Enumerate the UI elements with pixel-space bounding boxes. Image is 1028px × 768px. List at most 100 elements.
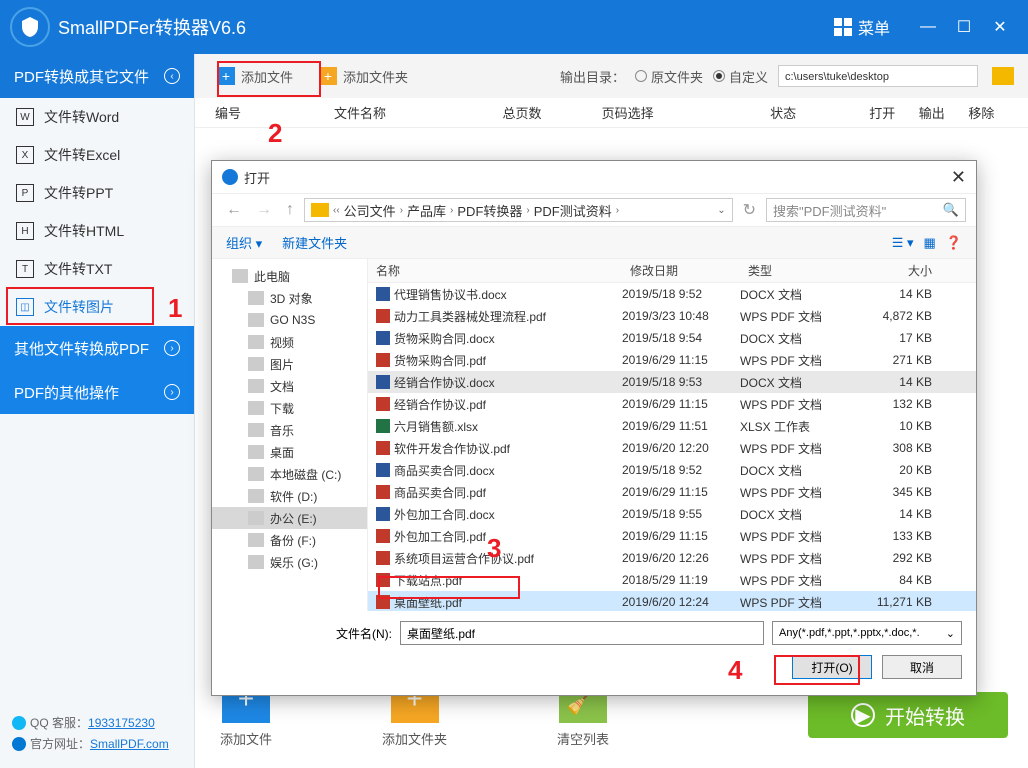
dialog-icon (222, 169, 238, 185)
sidebar-item-3[interactable]: H文件转HTML (0, 212, 194, 250)
doc-icon: ◫ (16, 298, 34, 316)
file-row[interactable]: 动力工具类器械处理流程.pdf2019/3/23 10:48WPS PDF 文档… (368, 305, 976, 327)
preview-button[interactable]: ▦ (924, 235, 936, 251)
drive-icon (248, 445, 264, 459)
pdf-icon (376, 397, 390, 411)
sidebar-item-5[interactable]: ◫文件转图片 (0, 288, 194, 326)
back-button[interactable]: ← (222, 201, 246, 219)
search-input[interactable]: 搜索"PDF测试资料"🔍 (766, 198, 966, 222)
tree-node[interactable]: 视频 (212, 331, 367, 353)
refresh-button[interactable]: ↻ (739, 200, 760, 220)
drive-icon (248, 533, 264, 547)
file-row[interactable]: 六月销售额.xlsx2019/6/29 11:51XLSX 工作表10 KB (368, 415, 976, 437)
open-button[interactable]: 打开(O) (792, 655, 872, 679)
tree-node[interactable]: GO N3S (212, 309, 367, 331)
toolbar: +添加文件 +添加文件夹 输出目录： 原文件夹 自定义 c:\users\tuk… (195, 54, 1028, 98)
radio-original[interactable]: 原文件夹 (635, 67, 703, 86)
filter-select[interactable]: Any(*.pdf,*.ppt,*.pptx,*.doc,*.⌄ (772, 621, 962, 645)
menu-button[interactable]: 菜单 (834, 15, 890, 39)
file-row[interactable]: 外包加工合同.pdf2019/6/29 11:15WPS PDF 文档133 K… (368, 525, 976, 547)
sidebar-item-1[interactable]: X文件转Excel (0, 136, 194, 174)
doc-icon: P (16, 184, 34, 202)
file-row[interactable]: 外包加工合同.docx2019/5/18 9:55DOCX 文档14 KB (368, 503, 976, 525)
xls-icon (376, 419, 390, 433)
folder-icon[interactable] (992, 67, 1014, 85)
sidebar-item-2[interactable]: P文件转PPT (0, 174, 194, 212)
pdf-icon (376, 441, 390, 455)
file-row[interactable]: 系统项目运营合作协议.pdf2019/6/20 12:26WPS PDF 文档2… (368, 547, 976, 569)
app-title: SmallPDFer转换器V6.6 (58, 14, 246, 40)
drive-icon (248, 467, 264, 481)
filename-input[interactable] (400, 621, 764, 645)
site-link[interactable]: SmallPDF.com (90, 737, 169, 751)
tree-node[interactable]: 3D 对象 (212, 287, 367, 309)
drive-icon (248, 423, 264, 437)
search-icon: 🔍 (943, 202, 959, 218)
add-file-button[interactable]: +添加文件 (209, 63, 301, 90)
up-button[interactable]: ↑ (282, 201, 298, 219)
plus-icon: + (217, 67, 235, 85)
title-bar: SmallPDFer转换器V6.6 菜单 — ☐ ✕ (0, 0, 1028, 54)
radio-custom[interactable]: 自定义 (713, 67, 768, 86)
tree-node[interactable]: 桌面 (212, 441, 367, 463)
file-row[interactable]: 经销合作协议.docx2019/5/18 9:53DOCX 文档14 KB (368, 371, 976, 393)
file-row[interactable]: 商品买卖合同.pdf2019/6/29 11:15WPS PDF 文档345 K… (368, 481, 976, 503)
file-row[interactable]: 代理销售协议书.docx2019/5/18 9:52DOCX 文档14 KB (368, 283, 976, 305)
doc-icon (376, 507, 390, 521)
tree-node[interactable]: 文档 (212, 375, 367, 397)
folder-icon (311, 203, 329, 217)
file-row[interactable]: 经销合作协议.pdf2019/6/29 11:15WPS PDF 文档132 K… (368, 393, 976, 415)
dialog-titlebar: 打开 ✕ (212, 161, 976, 193)
new-folder-button[interactable]: 新建文件夹 (282, 233, 347, 252)
dialog-organize-bar: 组织 ▾ 新建文件夹 ☰ ▾ ▦ ❓ (212, 227, 976, 259)
cancel-button[interactable]: 取消 (882, 655, 962, 679)
drive-icon (248, 511, 264, 525)
tree-node[interactable]: 备份 (F:) (212, 529, 367, 551)
chevron-icon: › (164, 384, 180, 400)
doc-icon: X (16, 146, 34, 164)
organize-button[interactable]: 组织 ▾ (226, 233, 262, 252)
app-logo (10, 7, 50, 47)
tree-node[interactable]: 此电脑 (212, 265, 367, 287)
maximize-button[interactable]: ☐ (950, 13, 978, 41)
sidebar-item-0[interactable]: W文件转Word (0, 98, 194, 136)
drive-icon (248, 555, 264, 569)
column-headers: 编号 文件名称 总页数 页码选择 状态 打开 输出 移除 (195, 98, 1028, 128)
close-button[interactable]: ✕ (986, 13, 1014, 41)
help-button[interactable]: ❓ (946, 235, 962, 251)
chevron-icon: › (164, 340, 180, 356)
sidebar-group-pdf-other[interactable]: PDF的其他操作 › (0, 370, 194, 414)
file-row[interactable]: 货物采购合同.pdf2019/6/29 11:15WPS PDF 文档271 K… (368, 349, 976, 371)
view-button[interactable]: ☰ ▾ (892, 235, 914, 251)
breadcrumb[interactable]: ‹‹ 公司文件› 产品库› PDF转换器› PDF测试资料› ⌄ (304, 198, 733, 222)
tree-node[interactable]: 本地磁盘 (C:) (212, 463, 367, 485)
forward-button[interactable]: → (252, 201, 276, 219)
file-row[interactable]: 桌面壁纸.pdf2019/6/20 12:24WPS PDF 文档11,271 … (368, 591, 976, 611)
tree-node[interactable]: 娱乐 (G:) (212, 551, 367, 573)
dialog-file-list: 名称 修改日期 类型 大小 代理销售协议书.docx2019/5/18 9:52… (368, 259, 976, 611)
qq-link[interactable]: 1933175230 (88, 716, 155, 730)
file-row[interactable]: 货物采购合同.docx2019/5/18 9:54DOCX 文档17 KB (368, 327, 976, 349)
minimize-button[interactable]: — (914, 13, 942, 41)
sidebar-item-4[interactable]: T文件转TXT (0, 250, 194, 288)
file-row[interactable]: 商品买卖合同.docx2019/5/18 9:52DOCX 文档20 KB (368, 459, 976, 481)
doc-icon (376, 287, 390, 301)
start-convert-button[interactable]: ▶ 开始转换 (808, 692, 1008, 738)
output-path[interactable]: c:\users\tuke\desktop (778, 65, 978, 87)
pdf-icon (376, 595, 390, 609)
sidebar-group-other-to-pdf[interactable]: 其他文件转换成PDF › (0, 326, 194, 370)
tree-node[interactable]: 图片 (212, 353, 367, 375)
file-row[interactable]: 软件开发合作协议.pdf2019/6/20 12:20WPS PDF 文档308… (368, 437, 976, 459)
tree-node[interactable]: 软件 (D:) (212, 485, 367, 507)
chevron-icon: ‹ (164, 68, 180, 84)
drive-icon (248, 357, 264, 371)
file-row[interactable]: 下载站点.pdf2018/5/29 11:19WPS PDF 文档84 KB (368, 569, 976, 591)
tree-node[interactable]: 办公 (E:) (212, 507, 367, 529)
tree-node[interactable]: 音乐 (212, 419, 367, 441)
add-folder-button[interactable]: +添加文件夹 (311, 63, 416, 90)
tree-node[interactable]: 下载 (212, 397, 367, 419)
dialog-close-button[interactable]: ✕ (951, 167, 966, 188)
sidebar-group-pdf-to-other[interactable]: PDF转换成其它文件 ‹ (0, 54, 194, 98)
drive-icon (248, 291, 264, 305)
pdf-icon (376, 353, 390, 367)
